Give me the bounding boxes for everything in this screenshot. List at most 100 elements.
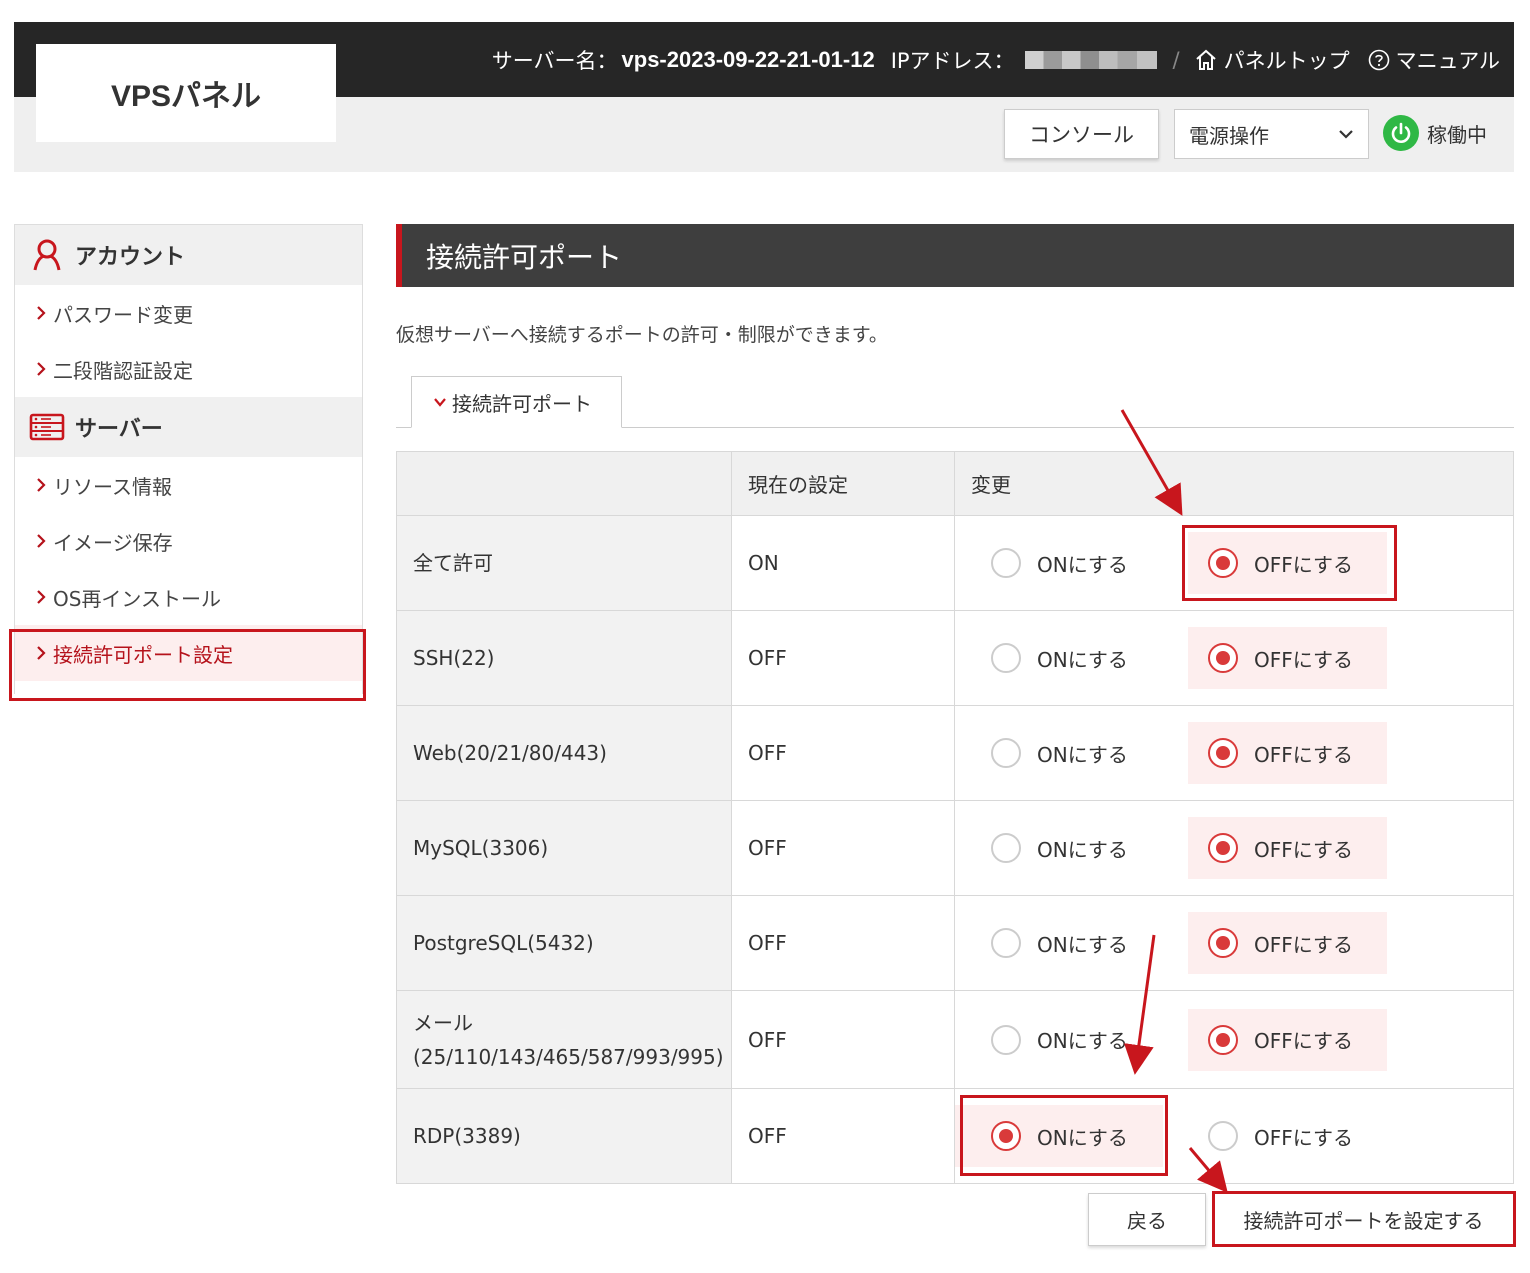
- radio-checked-icon[interactable]: [1208, 928, 1238, 958]
- ip-address-masked: [1024, 50, 1157, 69]
- on-option[interactable]: ONにする: [955, 1009, 1163, 1071]
- submit-port-settings-button[interactable]: 接続許可ポートを設定する: [1215, 1194, 1512, 1244]
- off-option[interactable]: OFFにする: [1188, 722, 1387, 784]
- off-option[interactable]: OFFにする: [1188, 532, 1387, 594]
- sidebar-item-label: イメージ保存: [53, 530, 173, 555]
- radio-checked-icon[interactable]: [991, 1121, 1021, 1151]
- port-name: Web(20/21/80/443): [396, 705, 732, 801]
- page-title: 接続許可ポート: [396, 224, 1514, 287]
- off-option-label: OFFにする: [1254, 647, 1353, 672]
- off-option-label: OFFにする: [1254, 1029, 1353, 1053]
- sidebar-item-port-settings[interactable]: 接続許可ポート設定: [15, 625, 362, 681]
- sidebar-item-resource-info[interactable]: リソース情報: [15, 457, 362, 513]
- chevron-right-icon: [37, 646, 46, 660]
- port-name: RDP(3389): [396, 1088, 732, 1184]
- header-port: [396, 451, 732, 516]
- radio-unchecked-icon[interactable]: [991, 928, 1021, 958]
- off-option[interactable]: OFFにする: [1188, 817, 1387, 879]
- off-option[interactable]: OFFにする: [1188, 912, 1387, 974]
- change-options: ONにする OFFにする: [954, 800, 1514, 896]
- server-name-label: サーバー名：: [491, 48, 618, 73]
- sidebar-item-label: パスワード変更: [53, 302, 193, 327]
- table-row: 全て許可 ON ONにする OFFにする: [396, 515, 1514, 611]
- power-select[interactable]: 電源操作: [1174, 109, 1369, 159]
- radio-unchecked-icon[interactable]: [991, 833, 1021, 863]
- chevron-down-icon: [434, 398, 446, 407]
- off-option[interactable]: OFFにする: [1188, 1105, 1387, 1167]
- current-setting: OFF: [731, 1088, 955, 1184]
- chevron-right-icon: [37, 362, 46, 376]
- on-option[interactable]: ONにする: [955, 627, 1163, 689]
- table-row: Web(20/21/80/443) OFF ONにする OFFにする: [396, 705, 1514, 801]
- back-button[interactable]: 戻る: [1088, 1193, 1206, 1246]
- on-option-label: ONにする: [1037, 837, 1128, 862]
- radio-checked-icon[interactable]: [1208, 738, 1238, 768]
- on-option[interactable]: ONにする: [955, 532, 1163, 594]
- header-separator: /: [1172, 47, 1180, 72]
- chevron-down-icon: [1339, 130, 1353, 139]
- manual-link[interactable]: マニュアル: [1368, 45, 1500, 75]
- on-option-label: ONにする: [1037, 552, 1128, 577]
- off-option-label: OFFにする: [1254, 837, 1353, 862]
- change-options: ONにする OFFにする: [954, 990, 1514, 1089]
- change-options: ONにする OFFにする: [954, 610, 1514, 706]
- radio-group: ONにする OFFにする: [955, 1105, 1513, 1167]
- current-setting: OFF: [731, 895, 955, 991]
- help-icon: [1368, 49, 1389, 70]
- off-option[interactable]: OFFにする: [1188, 627, 1387, 689]
- ip-label: IPアドレス：: [890, 48, 1015, 73]
- radio-unchecked-icon[interactable]: [991, 548, 1021, 578]
- off-option[interactable]: OFFにする: [1188, 1008, 1387, 1071]
- chevron-right-icon: [37, 306, 46, 320]
- off-option-label: OFFにする: [1254, 742, 1353, 767]
- port-name: MySQL(3306): [396, 800, 732, 896]
- server-info: サーバー名： vps-2023-09-22-21-01-12 IPアドレス： /…: [492, 22, 1500, 97]
- table-row: メール (25/110/143/465/587/993/995) OFF ONにする…: [396, 990, 1514, 1089]
- header-current: 現在の設定: [731, 451, 955, 516]
- sidebar-item-image-save[interactable]: イメージ保存: [15, 513, 362, 569]
- server-heading-label: サーバー: [75, 416, 163, 441]
- page-description: 仮想サーバーへ接続するポートの許可・制限ができます。: [396, 324, 888, 346]
- home-icon: [1195, 49, 1216, 70]
- panel-top-link[interactable]: パネルトップ: [1194, 45, 1350, 75]
- radio-checked-icon[interactable]: [1208, 1024, 1238, 1055]
- server-name-value: vps-2023-09-22-21-01-12: [621, 46, 875, 72]
- off-option-label: OFFにする: [1254, 1125, 1353, 1150]
- on-option[interactable]: ONにする: [955, 722, 1163, 784]
- server-icon: [29, 409, 65, 445]
- radio-unchecked-icon[interactable]: [991, 643, 1021, 673]
- console-button[interactable]: コンソール: [1004, 109, 1159, 159]
- change-options: ONにする OFFにする: [954, 515, 1514, 611]
- current-setting: OFF: [731, 800, 955, 896]
- on-option[interactable]: ONにする: [955, 912, 1163, 974]
- on-option[interactable]: ONにする: [955, 1105, 1163, 1167]
- tab-port-permission[interactable]: 接続許可ポート: [411, 376, 622, 428]
- radio-checked-icon[interactable]: [1208, 548, 1238, 578]
- sidebar-item-label: OS再インストール: [53, 586, 222, 611]
- radio-unchecked-icon[interactable]: [991, 1024, 1021, 1055]
- table-row: PostgreSQL(5432) OFF ONにする OFFにする: [396, 895, 1514, 991]
- on-option[interactable]: ONにする: [955, 817, 1163, 879]
- radio-checked-icon[interactable]: [1208, 833, 1238, 863]
- on-option-label: ONにする: [1037, 932, 1128, 957]
- account-heading-label: アカウント: [75, 244, 186, 269]
- radio-group: ONにする OFFにする: [955, 817, 1513, 879]
- port-name: 全て許可: [396, 515, 732, 611]
- current-setting: ON: [731, 515, 955, 611]
- port-table: 現在の設定 変更 全て許可 ON ONにする OFFにする SSH(22) OFF ONにす…: [396, 451, 1514, 1184]
- radio-unchecked-icon[interactable]: [1208, 1121, 1238, 1151]
- panel-top-label: パネルトップ: [1223, 48, 1350, 73]
- radio-checked-icon[interactable]: [1208, 643, 1238, 673]
- status-label: 稼働中: [1427, 122, 1487, 147]
- sidebar-item-label: 二段階認証設定: [53, 358, 193, 383]
- chevron-right-icon: [37, 478, 46, 492]
- table-row: MySQL(3306) OFF ONにする OFFにする: [396, 800, 1514, 896]
- change-options: ONにする OFFにする: [954, 895, 1514, 991]
- power-select-value: 電源操作: [1189, 123, 1269, 148]
- logo[interactable]: VPSパネル: [36, 44, 336, 142]
- sidebar-heading-account: アカウント: [15, 225, 362, 285]
- sidebar-item-password-change[interactable]: パスワード変更: [15, 285, 362, 341]
- sidebar-item-two-factor[interactable]: 二段階認証設定: [15, 341, 362, 397]
- sidebar-item-os-reinstall[interactable]: OS再インストール: [15, 569, 362, 625]
- radio-unchecked-icon[interactable]: [991, 738, 1021, 768]
